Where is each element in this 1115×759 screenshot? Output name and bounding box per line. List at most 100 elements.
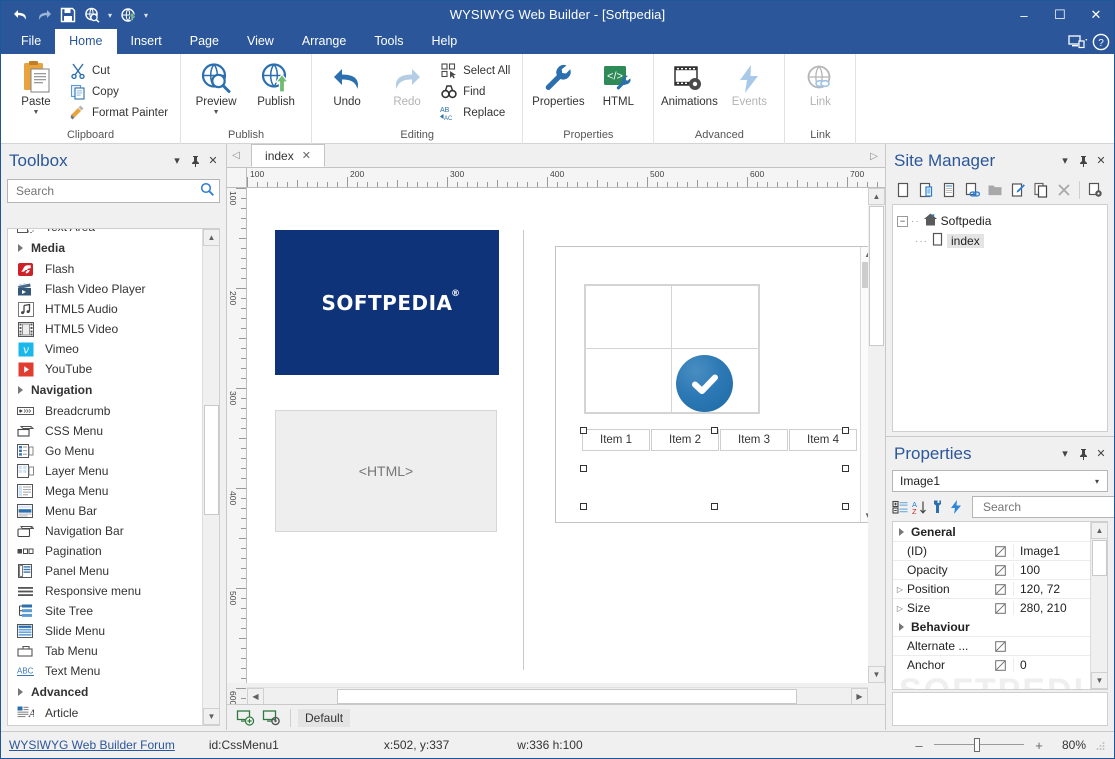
toolbox-item-mega-menu[interactable]: Mega Menu (8, 481, 202, 501)
tree-row-index[interactable]: ··· index (897, 231, 1103, 251)
expander-icon[interactable] (18, 386, 23, 394)
canvas-menu-item[interactable]: Item 3 (720, 429, 788, 451)
toolbox-item-css-menu[interactable]: CSS Menu (8, 421, 202, 441)
properties-category-general[interactable]: General (893, 522, 1090, 541)
ribbon-tab-tools[interactable]: Tools (360, 29, 417, 54)
toolbox-group-advanced[interactable]: Advanced (8, 681, 202, 703)
toolbox-scrollbar[interactable]: ▲ ▼ (202, 229, 219, 725)
selection-handle-mr[interactable] (842, 465, 849, 472)
ribbon-tab-arrange[interactable]: Arrange (288, 29, 360, 54)
bind-icon[interactable] (987, 659, 1013, 671)
properties-row[interactable]: ▷ Size 280, 210 (893, 598, 1090, 617)
new-page-icon[interactable] (892, 179, 914, 201)
property-pages-icon[interactable] (930, 496, 946, 518)
canvas-menu-item[interactable]: Item 2 (651, 429, 719, 451)
breakpoint-default-label[interactable]: Default (298, 708, 351, 727)
toolbox-item-youtube[interactable]: YouTube (8, 359, 202, 379)
replace-button[interactable]: AB AC Replace (438, 102, 516, 123)
properties-row[interactable]: Alternate ... (893, 636, 1090, 655)
toolbox-item-tab-menu[interactable]: Tab Menu (8, 641, 202, 661)
row-expander-icon[interactable]: ▷ (893, 585, 907, 594)
edit-page-icon[interactable] (1007, 179, 1029, 201)
property-value[interactable]: Image1 (1013, 544, 1090, 558)
properties-scrollbar[interactable]: ▲ ▼ (1090, 522, 1107, 689)
find-button[interactable]: Find (438, 81, 516, 102)
bind-icon[interactable] (987, 564, 1013, 576)
toolbox-list[interactable]: Text Area Media Flash Flash Video Player HTM… (7, 228, 220, 726)
selection-handle-tc[interactable] (711, 427, 718, 434)
toolbox-item-html5-video[interactable]: HTML5 Video (8, 319, 202, 339)
toolbox-item-html5-audio[interactable]: HTML5 Audio (8, 299, 202, 319)
toolbox-menu-icon[interactable]: ▾ (168, 152, 186, 170)
property-value[interactable]: 120, 72 (1013, 582, 1090, 596)
animations-button[interactable]: Animations (660, 58, 718, 109)
close-button[interactable]: ✕ (1078, 1, 1114, 29)
page-settings-icon[interactable] (1084, 179, 1106, 201)
selection-handle-tr[interactable] (842, 427, 849, 434)
toolbox-item-navigation-bar[interactable]: Navigation Bar (8, 521, 202, 541)
grid-cell-4[interactable] (672, 349, 758, 412)
document-tab-close-icon[interactable]: ✕ (302, 149, 311, 162)
ribbon-tab-view[interactable]: View (233, 29, 288, 54)
properties-pin-icon[interactable] (1074, 445, 1092, 463)
canvas-scroll-up-button[interactable]: ▲ (868, 188, 885, 205)
design-canvas[interactable]: SOFTPEDIA® <HTML> ▲ ▼ (247, 188, 868, 683)
expander-icon[interactable] (899, 622, 904, 631)
site-manager-menu-icon[interactable]: ▾ (1056, 152, 1074, 170)
ribbon-tab-page[interactable]: Page (176, 29, 233, 54)
canvas-panel-scrollbar[interactable]: ▲ ▼ (860, 247, 868, 522)
select-all-button[interactable]: Select All (438, 60, 516, 81)
properties-search[interactable] (972, 496, 1114, 518)
properties-scroll-up-button[interactable]: ▲ (1091, 522, 1107, 539)
horizontal-ruler[interactable]: 100200300400500600700800 (227, 168, 964, 188)
new-master-page-icon[interactable] (938, 179, 960, 201)
toolbox-group-navigation[interactable]: Navigation (8, 379, 202, 401)
toolbox-item-pagination[interactable]: Pagination (8, 541, 202, 561)
tab-scroll-left-icon[interactable]: ◁ (227, 143, 245, 167)
new-folder-icon[interactable] (984, 179, 1006, 201)
tree-expander-icon[interactable]: − (897, 215, 908, 227)
expander-icon[interactable] (18, 688, 23, 696)
maximize-button[interactable]: ☐ (1042, 1, 1078, 29)
canvas-vertical-scrollbar[interactable]: ▲ ▼ (868, 188, 885, 683)
toolbox-item-responsive-menu[interactable]: Responsive menu (8, 581, 202, 601)
toolbox-scroll-thumb[interactable] (204, 405, 219, 515)
display-options-icon[interactable] (1068, 34, 1088, 50)
events-button[interactable]: Events (720, 58, 778, 109)
ribbon-tab-help[interactable]: Help (418, 29, 472, 54)
property-value[interactable]: 100 (1013, 563, 1090, 577)
bind-icon[interactable] (987, 545, 1013, 557)
duplicate-page-icon[interactable] (1030, 179, 1052, 201)
tree-item-label-index[interactable]: index (947, 234, 984, 248)
toolbox-search[interactable] (7, 179, 220, 203)
zoom-out-button[interactable]: – (912, 738, 926, 753)
properties-row[interactable]: (ID) Image1 (893, 541, 1090, 560)
expander-icon[interactable] (899, 527, 904, 536)
properties-object-selector[interactable]: Image1 ▾ (892, 470, 1108, 492)
tab-scroll-right-icon[interactable]: ▷ (865, 144, 883, 168)
manage-breakpoint-icon[interactable] (259, 707, 283, 729)
alphabetical-icon[interactable]: AZ (911, 496, 928, 518)
toolbox-item-menu-bar[interactable]: Menu Bar (8, 501, 202, 521)
add-breakpoint-icon[interactable] (233, 707, 257, 729)
site-manager-pin-icon[interactable] (1074, 152, 1092, 170)
canvas-scroll-right-button[interactable]: ▶ (851, 688, 868, 705)
toolbox-item-site-tree[interactable]: Site Tree (8, 601, 202, 621)
selection-handle-ml[interactable] (580, 465, 587, 472)
toolbox-item-blog[interactable]: Blog (8, 723, 202, 725)
resize-grip-icon[interactable] (1094, 739, 1106, 751)
toolbox-item-breadcrumb[interactable]: Breadcrumb (8, 401, 202, 421)
toolbox-group-media[interactable]: Media (8, 237, 202, 259)
toolbox-item-layer-menu[interactable]: Layer Menu (8, 461, 202, 481)
row-expander-icon[interactable]: ▷ (893, 604, 907, 613)
tree-row-root[interactable]: − ·· Softpedia (897, 211, 1103, 231)
toolbox-item-article[interactable]: A Article (8, 703, 202, 723)
properties-menu-icon[interactable]: ▾ (1056, 445, 1074, 463)
toolbox-item-slide-menu[interactable]: Slide Menu (8, 621, 202, 641)
ribbon-tab-file[interactable]: File (7, 29, 55, 54)
canvas-menu-item[interactable]: Item 1 (582, 429, 650, 451)
canvas-panel-scroll-down-icon[interactable]: ▼ (861, 508, 868, 522)
expander-icon[interactable] (18, 244, 23, 252)
categorized-icon[interactable] (892, 496, 909, 518)
toolbox-item-vimeo[interactable]: v Vimeo (8, 339, 202, 359)
